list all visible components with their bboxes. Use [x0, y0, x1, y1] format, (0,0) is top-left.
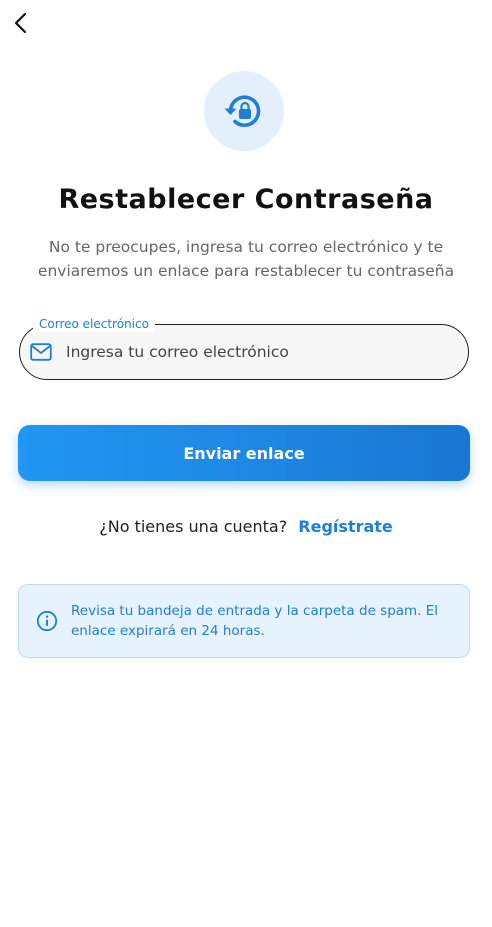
info-notice: Revisa tu bandeja de entrada y la carpet…: [18, 584, 470, 658]
mail-icon: [30, 341, 52, 363]
page-subtitle: No te preocupes, ingresa tu correo elect…: [37, 238, 455, 280]
info-icon: [36, 610, 58, 632]
info-text: Revisa tu bandeja de entrada y la carpet…: [71, 603, 439, 639]
email-field-group: Correo electrónico: [19, 316, 469, 380]
send-link-button[interactable]: Enviar enlace: [18, 425, 470, 481]
page-title: Restablecer Contraseña: [58, 184, 434, 215]
chevron-left-icon: [14, 12, 27, 34]
register-row: ¿No tienes una cuenta? Regístrate: [0, 517, 492, 536]
back-button[interactable]: [6, 8, 36, 38]
email-field[interactable]: [19, 324, 469, 380]
lock-reset-icon: [224, 95, 261, 127]
email-input[interactable]: [64, 342, 448, 362]
register-prompt: ¿No tienes una cuenta?: [99, 517, 288, 536]
email-field-label: Correo electrónico: [33, 316, 155, 332]
forgot-password-screen: Restablecer Contraseña No te preocupes, …: [0, 0, 492, 927]
hero-icon-circle: [204, 71, 284, 151]
register-link[interactable]: Regístrate: [298, 517, 392, 536]
